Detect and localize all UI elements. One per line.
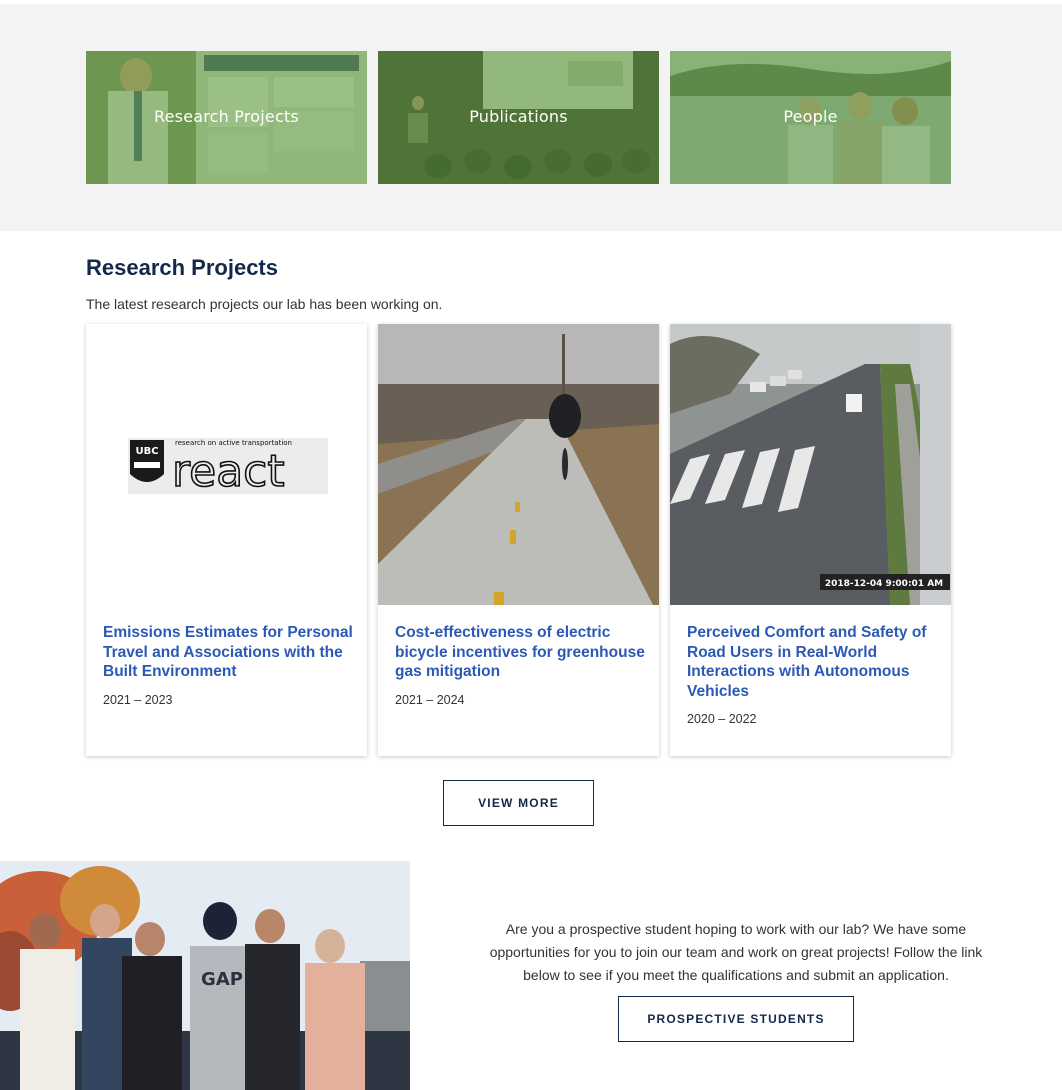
tile-people[interactable]: People	[670, 51, 951, 184]
section-subtitle: The latest research projects our lab has…	[86, 296, 443, 312]
tile-label: Publications	[469, 107, 568, 126]
react-logo: UBC research on active transportation re…	[86, 324, 367, 605]
shirt-text: GAP	[201, 969, 243, 990]
tile-label: People	[783, 107, 838, 126]
project-thumbnail: 2018-12-04 9:00:01 AM	[670, 324, 951, 605]
prospective-students-button[interactable]: PROSPECTIVE STUDENTS	[618, 996, 854, 1042]
project-card-emissions[interactable]: UBC research on active transportation re…	[86, 324, 367, 756]
project-years: 2020 – 2022	[687, 712, 757, 726]
tile-publications[interactable]: Publications	[378, 51, 659, 184]
project-thumbnail	[378, 324, 659, 605]
team-photo: GAP	[0, 861, 410, 1090]
project-card-ebike[interactable]: Cost-effectiveness of electric bicycle i…	[378, 324, 659, 756]
project-years: 2021 – 2023	[103, 693, 173, 707]
camera-timestamp: 2018-12-04 9:00:01 AM	[825, 579, 943, 589]
project-card-autonomous[interactable]: 2018-12-04 9:00:01 AM Perceived Comfort …	[670, 324, 951, 756]
section-title: Research Projects	[86, 255, 278, 280]
logo-wordmark: react	[172, 446, 285, 497]
cyclist-path-photo	[378, 324, 659, 605]
project-years: 2021 – 2024	[395, 693, 465, 707]
tile-label: Research Projects	[154, 107, 299, 126]
project-title[interactable]: Perceived Comfort and Safety of Road Use…	[687, 623, 937, 701]
view-more-button[interactable]: VIEW MORE	[443, 780, 594, 826]
team-group-photo: GAP	[0, 861, 410, 1090]
project-title[interactable]: Cost-effectiveness of electric bicycle i…	[395, 623, 645, 682]
street-camera-photo: 2018-12-04 9:00:01 AM	[670, 324, 951, 605]
project-thumbnail: UBC research on active transportation re…	[86, 324, 367, 605]
project-title[interactable]: Emissions Estimates for Personal Travel …	[103, 623, 353, 682]
tile-research-projects[interactable]: Research Projects	[86, 51, 367, 184]
prospective-students-text: Are you a prospective student hoping to …	[489, 921, 983, 983]
ubc-badge-text: UBC	[135, 446, 158, 457]
